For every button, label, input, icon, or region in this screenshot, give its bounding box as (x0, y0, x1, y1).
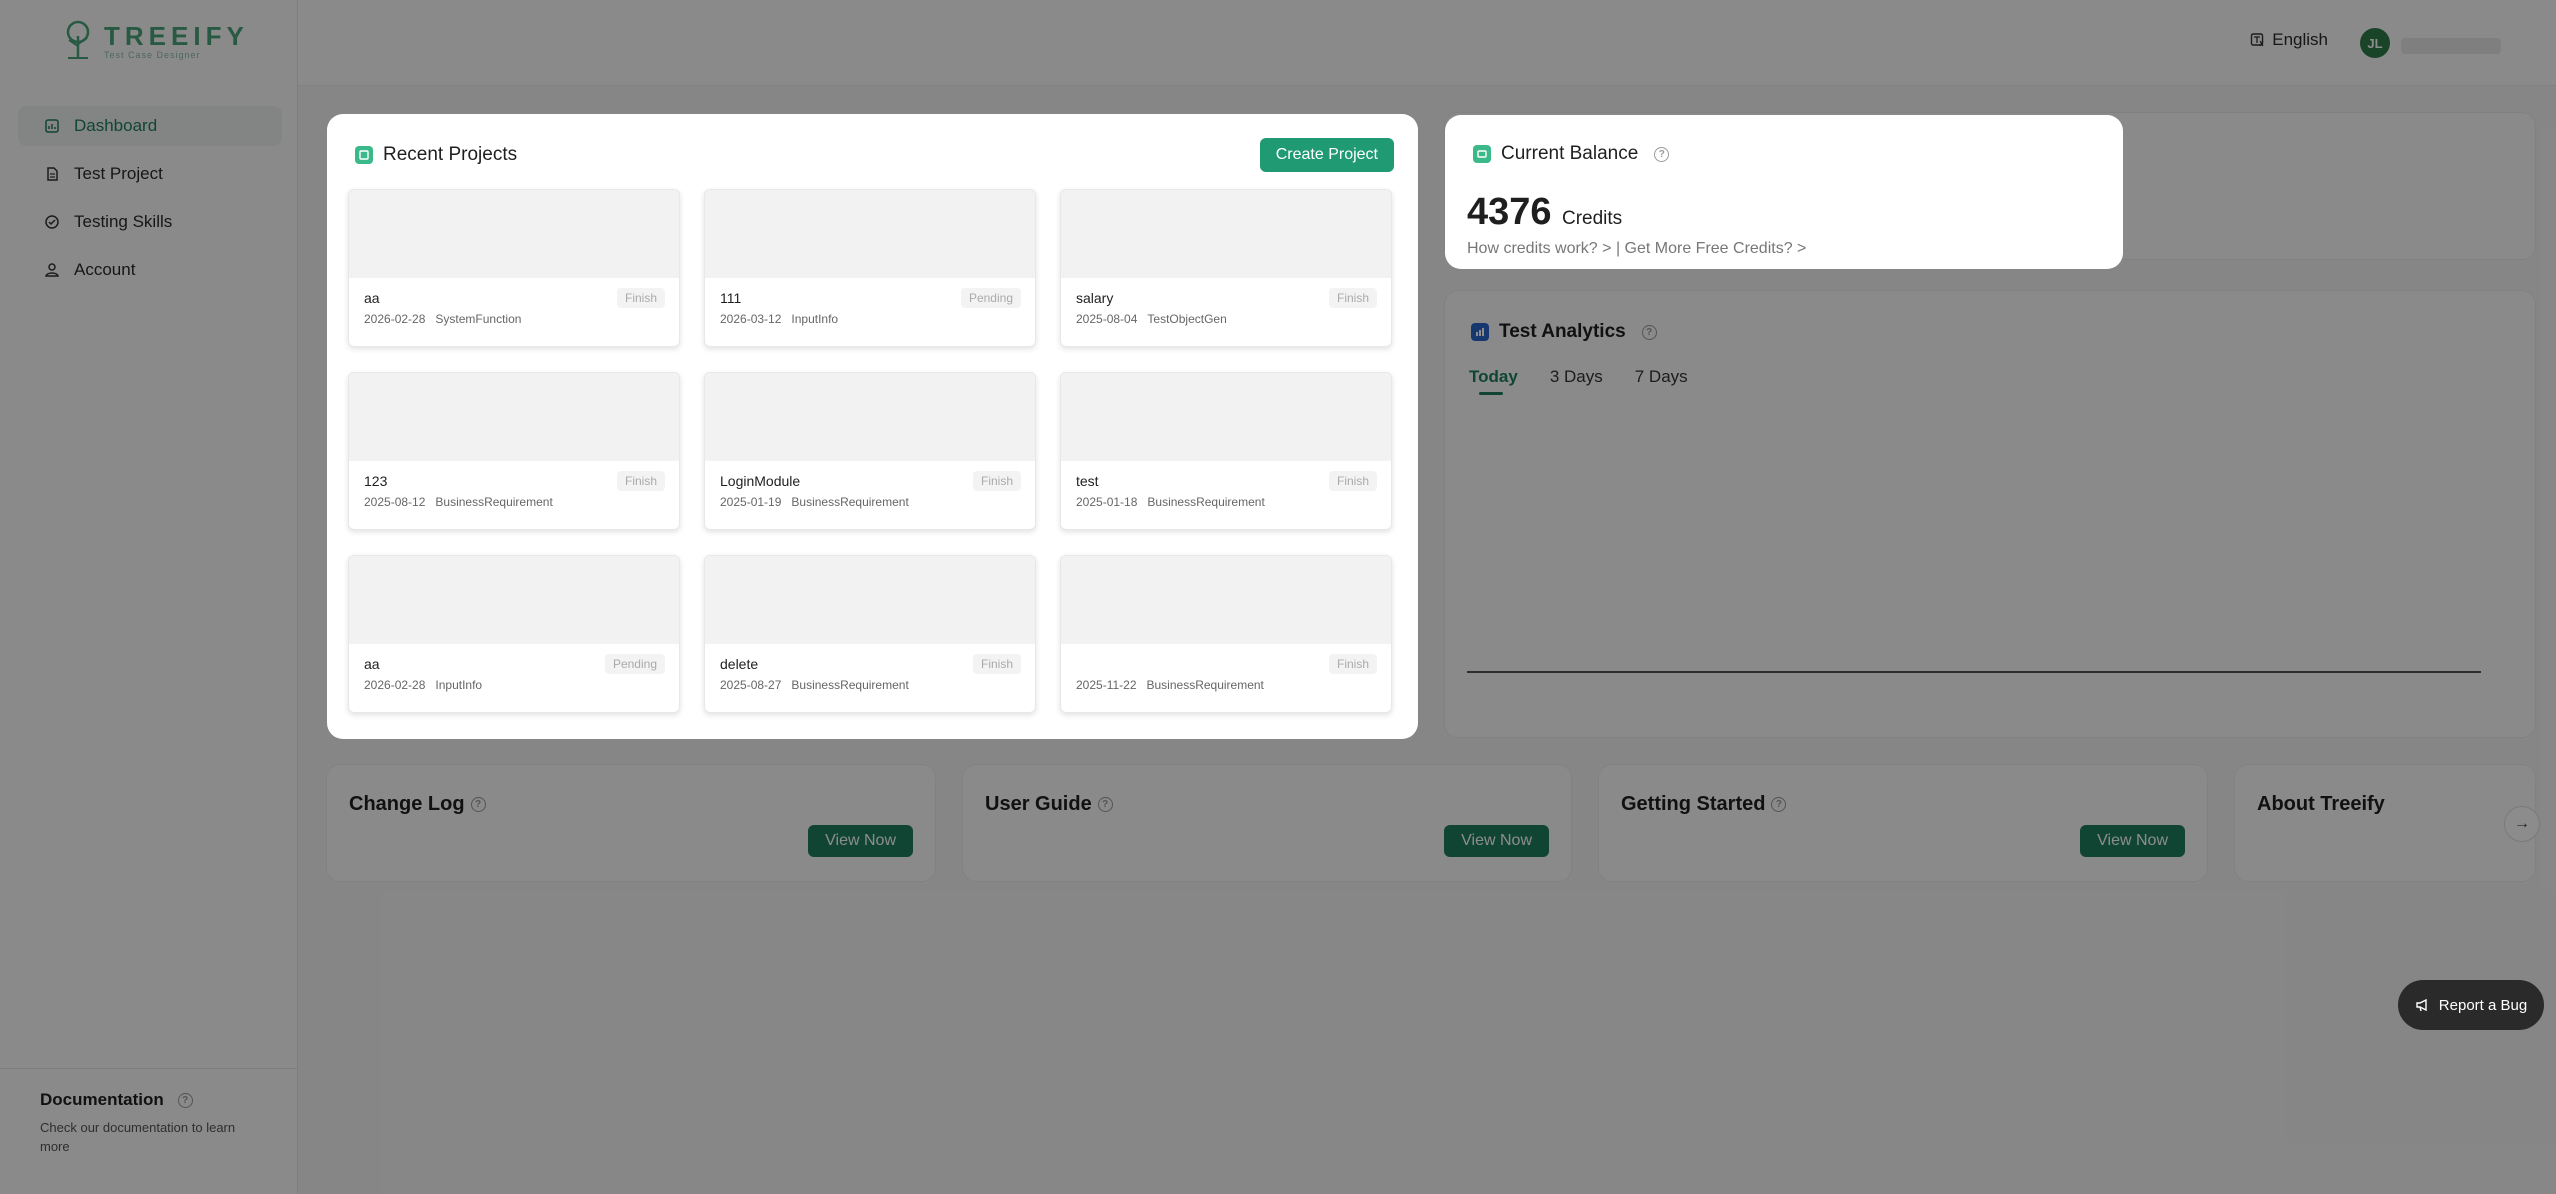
project-thumbnail (705, 190, 1035, 278)
project-type: BusinessRequirement (1146, 678, 1264, 692)
status-badge: Pending (960, 288, 1021, 308)
create-project-button[interactable]: Create Project (1259, 138, 1394, 172)
project-thumbnail (349, 373, 679, 461)
project-thumbnail (349, 556, 679, 644)
get-more-credits-link[interactable]: | Get More Free Credits? (1616, 240, 1793, 257)
project-card[interactable]: 111 2026-03-12 InputInfo Pending (704, 189, 1036, 347)
project-thumbnail (1061, 556, 1391, 644)
balance-title: Current Balance (1501, 143, 1639, 164)
project-thumbnail (1061, 190, 1391, 278)
credits-unit: Credits (1562, 208, 1623, 229)
project-date: 2025-08-04 (1076, 312, 1138, 326)
status-badge: Finish (972, 471, 1021, 491)
project-date: 2025-01-19 (720, 495, 782, 509)
help-icon: ? (1654, 146, 1670, 162)
report-bug-button[interactable]: Report a Bug (2398, 980, 2544, 1030)
project-date: 2025-11-22 (1076, 678, 1137, 692)
project-type: InputInfo (791, 312, 839, 326)
status-badge: Finish (1328, 288, 1377, 308)
project-card[interactable]: aa 2026-02-28 SystemFunction Finish (348, 189, 680, 347)
project-type: TestObjectGen (1147, 312, 1227, 326)
project-date: 2026-02-28 (364, 678, 426, 692)
status-badge: Finish (1328, 471, 1377, 491)
balance-icon (1473, 145, 1491, 163)
status-badge: Finish (1328, 654, 1377, 674)
status-badge: Finish (972, 654, 1021, 674)
project-thumbnail (349, 190, 679, 278)
project-thumbnail (705, 556, 1035, 644)
status-badge: Pending (604, 654, 665, 674)
project-card[interactable]: 2025-11-22 BusinessRequirement Finish (1060, 555, 1392, 713)
project-date: 2025-08-27 (720, 678, 782, 692)
project-card[interactable]: LoginModule 2025-01-19 BusinessRequirement… (704, 372, 1036, 530)
chevron-right-icon: > (1597, 240, 1616, 257)
project-thumbnail (705, 373, 1035, 461)
project-type: InputInfo (435, 678, 483, 692)
project-card[interactable]: salary 2025-08-04 TestObjectGen Finish (1060, 189, 1392, 347)
project-type: BusinessRequirement (1147, 495, 1265, 509)
megaphone-icon (2416, 998, 2427, 1012)
project-card[interactable]: test 2025-01-18 BusinessRequirement Finish (1060, 372, 1392, 530)
report-bug-label: Report a Bug (2438, 996, 2528, 1014)
current-balance-card: Current Balance ? 4376 Credits How credi… (1445, 115, 2123, 269)
projects-icon (355, 146, 373, 164)
project-card[interactable]: 123 2025-08-12 BusinessRequirement Finish (348, 372, 680, 530)
project-type: BusinessRequirement (435, 495, 553, 509)
project-thumbnail (1061, 373, 1391, 461)
status-badge: Finish (616, 288, 665, 308)
how-credits-work-link[interactable]: How credits work? (1467, 240, 1598, 257)
project-card[interactable]: delete 2025-08-27 BusinessRequirement Finis… (704, 555, 1036, 713)
recent-projects-title: Recent Projects (383, 144, 518, 165)
project-type: BusinessRequirement (791, 495, 909, 509)
chevron-right-icon: > (1792, 240, 1807, 257)
project-date: 2026-02-28 (364, 312, 426, 326)
project-date: 2025-08-12 (364, 495, 426, 509)
project-date: 2025-01-18 (1076, 495, 1138, 509)
recent-projects-card: Recent Projects Create Project aa 2026-02… (327, 114, 1418, 739)
project-type: BusinessRequirement (791, 678, 909, 692)
project-date: 2026-03-12 (720, 312, 782, 326)
status-badge: Finish (616, 471, 665, 491)
project-type: SystemFunction (435, 312, 522, 326)
project-card[interactable]: aa 2026-02-28 InputInfo Pending (348, 555, 680, 713)
credits-amount: 4376 (1467, 191, 1552, 233)
